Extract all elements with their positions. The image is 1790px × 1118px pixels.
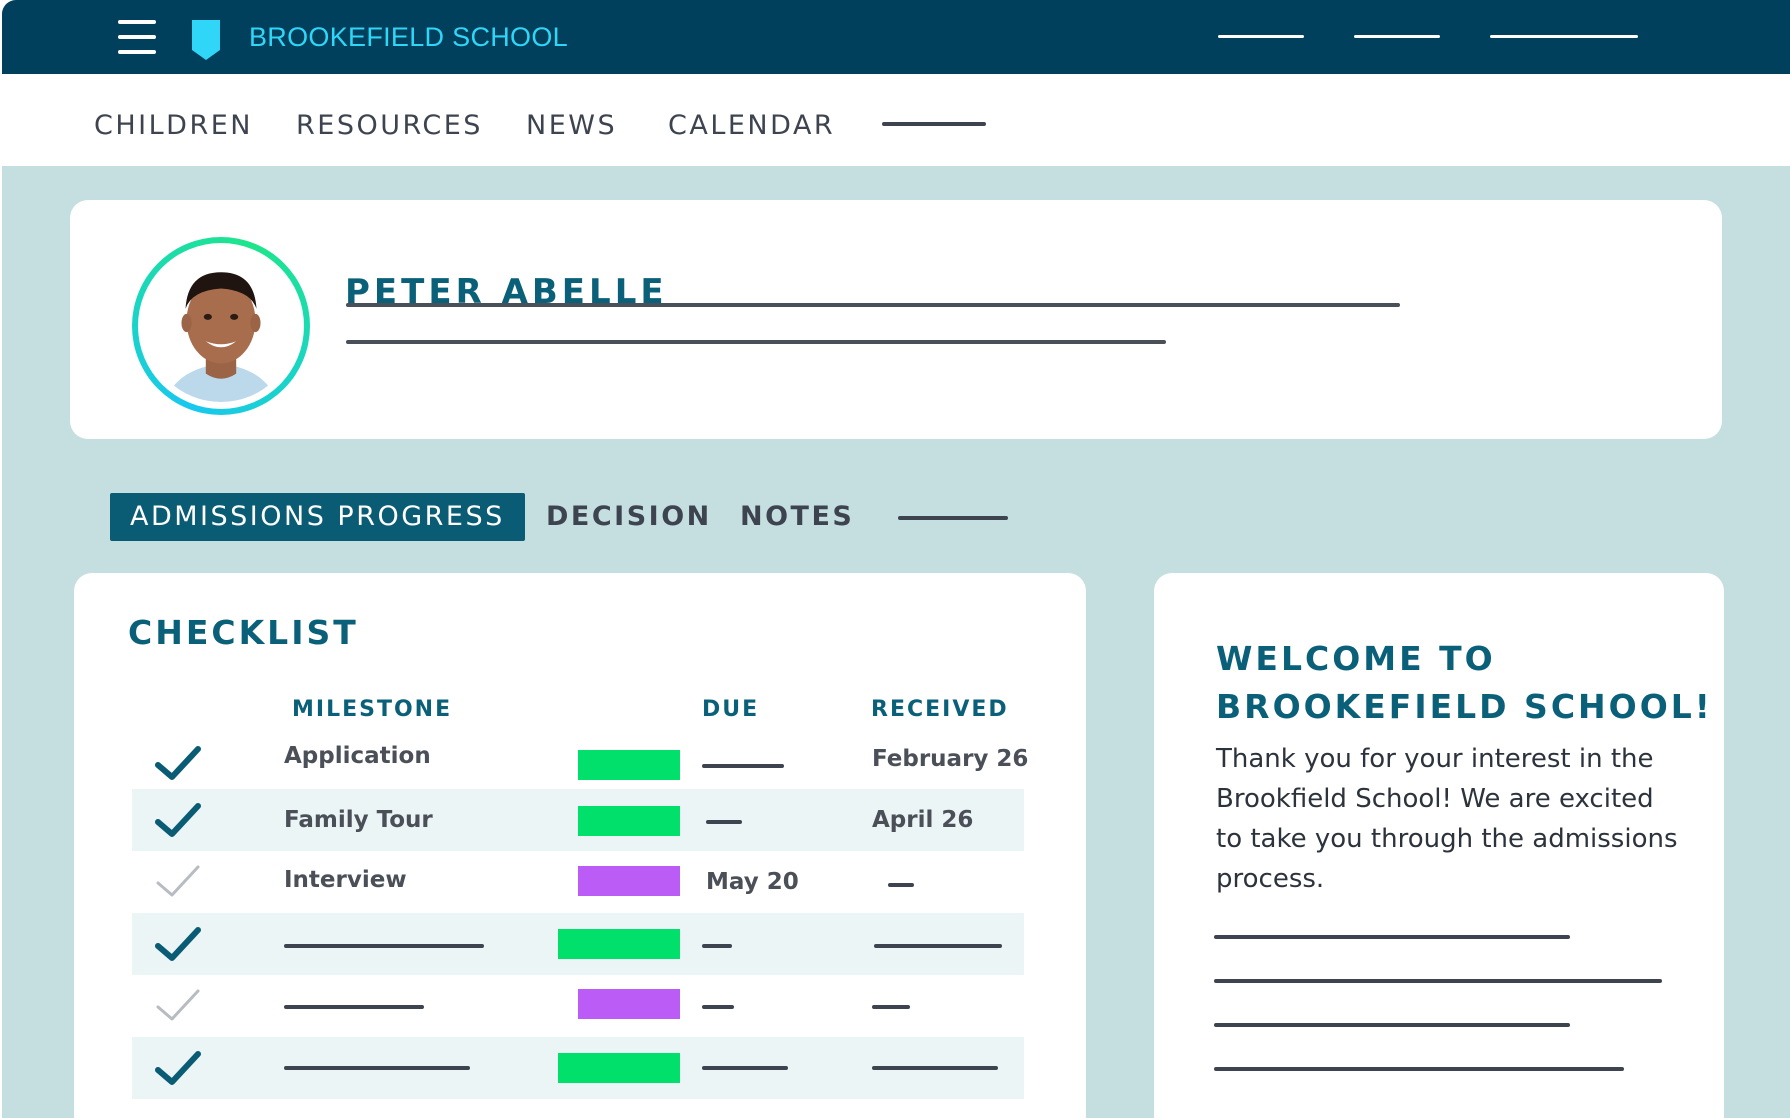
table-row[interactable]: Application February 26 [132, 733, 1028, 795]
hamburger-icon[interactable] [118, 20, 156, 54]
due-placeholder [702, 1005, 734, 1009]
table-row[interactable]: Family Tour April 26 [132, 789, 1024, 851]
table-row[interactable] [132, 913, 1024, 975]
status-bar [578, 866, 680, 896]
top-nav-link-placeholder[interactable] [1218, 35, 1304, 38]
welcome-title: WELCOME TO BROOKEFIELD SCHOOL! [1216, 639, 1713, 726]
top-nav-link-placeholder[interactable] [1354, 35, 1440, 38]
nav-item-calendar[interactable]: CALENDAR [668, 110, 835, 141]
shield-icon [192, 20, 220, 60]
checkmark-outline-icon [156, 989, 200, 1021]
welcome-message: Thank you for your interest in the Brook… [1216, 744, 1678, 894]
avatar [132, 237, 310, 415]
received-date: February 26 [872, 746, 1029, 772]
profile-detail-placeholder [346, 303, 1400, 307]
checkmark-icon [155, 927, 201, 961]
text-placeholder [1214, 935, 1570, 939]
received-placeholder [872, 1005, 910, 1009]
checklist-card: CHECKLIST MILESTONE DUE RECEIVED Applica… [74, 573, 1086, 1118]
status-bar [578, 806, 680, 836]
tab-notes[interactable]: NOTES [740, 493, 854, 541]
column-header-received: RECEIVED [871, 697, 1009, 722]
profile-card: PETER ABELLE [70, 200, 1722, 439]
nav-item-news[interactable]: NEWS [526, 110, 617, 141]
checklist-title: CHECKLIST [128, 613, 359, 652]
milestone-placeholder [284, 1005, 424, 1009]
text-placeholder [1214, 1067, 1624, 1071]
due-date: May 20 [706, 869, 799, 895]
milestone-placeholder [284, 1066, 470, 1070]
status-bar [578, 750, 680, 780]
tab-decision[interactable]: DECISION [546, 493, 712, 541]
profile-detail-placeholder [346, 340, 1166, 344]
text-placeholder [1214, 979, 1662, 983]
top-nav-link-placeholder[interactable] [1490, 35, 1638, 38]
milestone-label: Application [284, 743, 431, 769]
column-header-due: DUE [702, 697, 760, 722]
nav-item-children[interactable]: CHILDREN [94, 110, 253, 141]
due-placeholder [702, 944, 732, 948]
received-placeholder [872, 1066, 998, 1070]
table-row[interactable] [132, 975, 1024, 1037]
top-bar: BROOKEFIELD SCHOOL [2, 0, 1790, 74]
status-bar [578, 989, 680, 1019]
brand-name[interactable]: BROOKEFIELD SCHOOL [249, 22, 568, 53]
tab-admissions-progress[interactable]: ADMISSIONS PROGRESS [110, 493, 525, 541]
due-placeholder [702, 1066, 788, 1070]
received-date: April 26 [872, 807, 974, 833]
milestone-label: Family Tour [284, 807, 433, 833]
milestone-label: Interview [284, 867, 407, 893]
column-header-milestone: MILESTONE [292, 697, 453, 722]
due-placeholder [702, 764, 784, 768]
milestone-placeholder [284, 944, 484, 948]
status-bar [558, 1053, 680, 1083]
status-bar [558, 929, 680, 959]
checkmark-icon [155, 803, 201, 837]
app-window: BROOKEFIELD SCHOOL CHILDREN RESOURCES NE… [2, 0, 1790, 1118]
checkmark-icon [155, 1051, 201, 1085]
nav-item-placeholder[interactable] [882, 122, 986, 126]
received-placeholder [874, 944, 1002, 948]
main-nav: CHILDREN RESOURCES NEWS CALENDAR [2, 74, 1790, 166]
received-placeholder [888, 883, 914, 887]
student-photo [145, 250, 297, 402]
due-placeholder [706, 820, 742, 824]
checkmark-icon [155, 746, 201, 780]
table-row[interactable]: Interview May 20 [132, 851, 1024, 913]
checkmark-outline-icon [156, 865, 200, 897]
nav-item-resources[interactable]: RESOURCES [296, 110, 483, 141]
tab-placeholder[interactable] [898, 516, 1008, 520]
welcome-card: WELCOME TO BROOKEFIELD SCHOOL! Thank you… [1154, 573, 1724, 1118]
table-row[interactable] [132, 1037, 1024, 1099]
text-placeholder [1214, 1023, 1570, 1027]
